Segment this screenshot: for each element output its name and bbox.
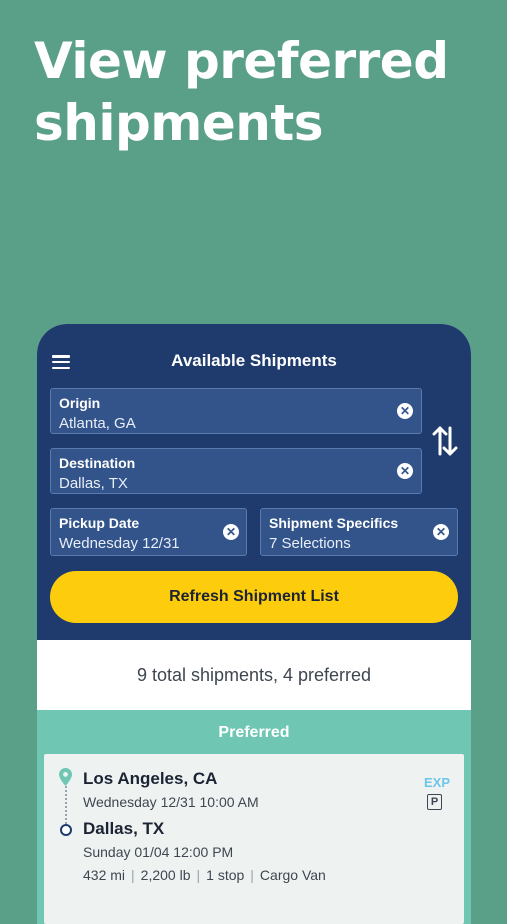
weight: 2,200 lb xyxy=(140,867,191,883)
shipment-summary: 9 total shipments, 4 preferred xyxy=(37,640,471,710)
origin-clear-icon[interactable]: ✕ xyxy=(397,403,413,419)
app-header: Available Shipments Origin Atlanta, GA ✕… xyxy=(37,324,471,640)
pickup-date-clear-icon[interactable]: ✕ xyxy=(223,524,239,540)
distance: 432 mi xyxy=(83,867,126,883)
destination-field[interactable]: Destination Dallas, TX ✕ xyxy=(50,448,422,494)
origin-value: Atlanta, GA xyxy=(59,415,136,432)
origin-time: Wednesday 12/31 10:00 AM xyxy=(83,794,259,810)
pickup-date-value: Wednesday 12/31 xyxy=(59,535,180,552)
destination-time: Sunday 01/04 12:00 PM xyxy=(83,844,234,860)
preferred-list: Los Angeles, CA Wednesday 12/31 10:00 AM… xyxy=(37,754,471,924)
pickup-date-label: Pickup Date xyxy=(59,515,140,531)
destination-city: Dallas, TX xyxy=(83,819,165,838)
destination-label: Destination xyxy=(59,455,136,471)
shipment-details: 432 mi | 2,200 lb | 1 stop | Cargo Van xyxy=(83,867,326,883)
shipment-specifics-field[interactable]: Shipment Specifics 7 Selections ✕ xyxy=(260,508,458,556)
destination-dot-icon xyxy=(60,824,72,836)
pickup-date-field[interactable]: Pickup Date Wednesday 12/31 ✕ xyxy=(50,508,247,556)
page-title: Available Shipments xyxy=(171,351,337,370)
shipment-specifics-label: Shipment Specifics xyxy=(269,515,399,531)
stops: 1 stop xyxy=(206,867,245,883)
destination-clear-icon[interactable]: ✕ xyxy=(397,463,413,479)
location-pin-icon xyxy=(59,768,72,786)
refresh-shipment-list-button[interactable]: Refresh Shipment List xyxy=(50,571,458,623)
origin-label: Origin xyxy=(59,395,101,411)
app-screen: Available Shipments Origin Atlanta, GA ✕… xyxy=(37,324,471,924)
shipment-specifics-value: 7 Selections xyxy=(269,535,351,552)
vehicle-type: Cargo Van xyxy=(259,867,326,883)
p-badge-icon: P xyxy=(427,794,442,810)
exp-badge: EXP xyxy=(423,775,450,790)
promo-headline: View preferred shipments xyxy=(34,32,449,152)
origin-city: Los Angeles, CA xyxy=(83,769,218,788)
preferred-section-header: Preferred xyxy=(37,710,471,754)
origin-field[interactable]: Origin Atlanta, GA ✕ xyxy=(50,388,422,434)
swap-arrows-icon[interactable] xyxy=(432,424,458,458)
route-connector xyxy=(65,786,67,824)
shipment-specifics-clear-icon[interactable]: ✕ xyxy=(433,524,449,540)
destination-value: Dallas, TX xyxy=(59,475,128,492)
shipment-card[interactable]: Los Angeles, CA Wednesday 12/31 10:00 AM… xyxy=(44,754,464,924)
